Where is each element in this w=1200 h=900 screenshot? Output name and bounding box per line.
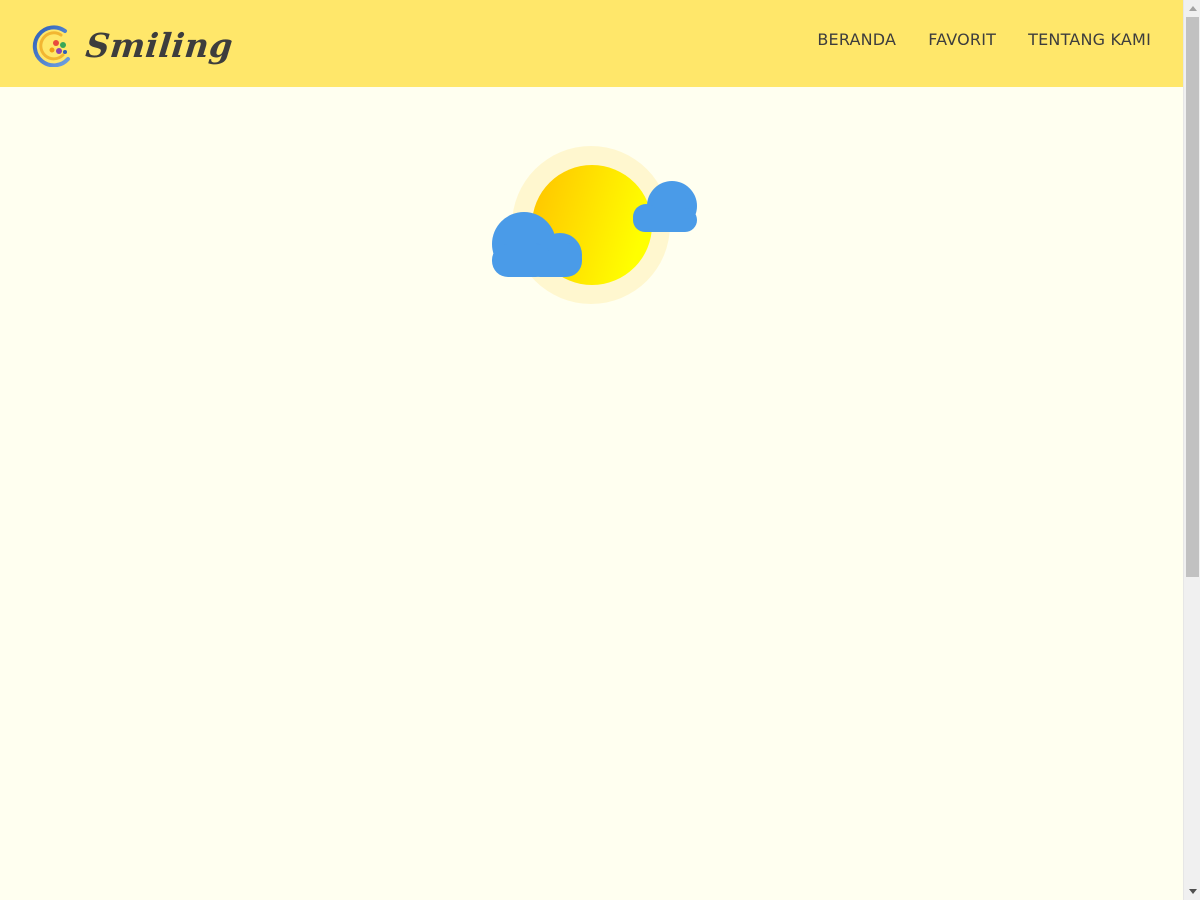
partly-cloudy-icon — [480, 140, 710, 315]
top-header: Smiling BERANDA FAVORIT TENTANG KAMI — [0, 0, 1183, 87]
brand-name: Smiling — [83, 25, 235, 65]
nav-item-tentang-kami[interactable]: TENTANG KAMI — [1028, 30, 1151, 49]
scroll-down-arrow-icon[interactable] — [1184, 883, 1200, 900]
main-nav: BERANDA FAVORIT TENTANG KAMI — [817, 30, 1151, 49]
scroll-up-arrow-icon[interactable] — [1184, 0, 1200, 17]
scrollbar-thumb[interactable] — [1186, 17, 1199, 577]
vertical-scrollbar[interactable] — [1183, 0, 1200, 900]
nav-item-favorit[interactable]: FAVORIT — [928, 30, 996, 49]
nav-item-beranda[interactable]: BERANDA — [817, 30, 896, 49]
brand[interactable]: Smiling — [32, 18, 235, 72]
smiling-logo-icon — [32, 25, 70, 67]
